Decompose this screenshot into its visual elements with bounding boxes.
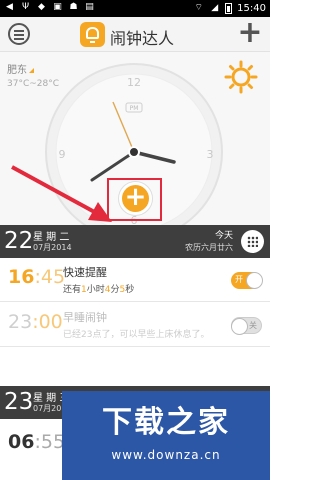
usb-icon: Ψ	[21, 2, 30, 12]
shield-icon: ◆	[38, 2, 45, 12]
alarm-remaining: 还有1小时4分5秒	[63, 285, 135, 295]
toggle-knob	[246, 272, 263, 289]
alarm-time: 16:45	[8, 266, 65, 288]
calendar-grid-icon	[247, 236, 258, 247]
watermark-url: www.downza.cn	[111, 448, 221, 462]
clock-num-9: 9	[59, 148, 66, 161]
lunar-date: 农历六月廿六	[185, 243, 233, 252]
android-icon: ☗	[69, 2, 78, 12]
alarm-row[interactable]: 23:00 早睡闹钟 已经23点了，可以早些上床休息了。 关	[0, 303, 270, 347]
back-notification-icon: ◀	[6, 2, 13, 12]
alarm-name: 快速提醒	[63, 266, 107, 279]
day-number: 22	[4, 228, 34, 254]
day-tag: 今天	[214, 231, 233, 241]
alarm-row[interactable]: 16:45 快速提醒 还有1小时4分5秒 开	[0, 258, 270, 302]
pm-label: PM	[130, 105, 139, 112]
toggle-knob	[231, 318, 248, 335]
alarm-minute: :45	[34, 266, 66, 288]
clock-num-3: 3	[207, 148, 214, 161]
image-icon: ▣	[53, 2, 62, 12]
add-alarm-circle-button[interactable]: +	[119, 182, 152, 215]
alarm-hour: 16	[8, 266, 35, 288]
watermark-title: 下载之家	[102, 405, 230, 440]
alarm-hour: 06	[8, 431, 35, 453]
battery-icon	[225, 3, 233, 14]
weekday: 星 期 二	[33, 232, 70, 243]
alarm-time: 06:55	[8, 431, 65, 453]
toggle-label: 开	[235, 275, 243, 284]
watermark-banner: 下载之家 www.downza.cn	[62, 391, 270, 480]
alarm-minute: :00	[32, 311, 63, 333]
status-left-icons: ◀ Ψ ◆ ▣ ☗ ▤	[4, 2, 95, 13]
signal-icon: ◢	[211, 3, 219, 13]
app-logo	[80, 22, 105, 47]
alarm-hour: 23	[8, 311, 33, 333]
bell-icon	[86, 27, 99, 43]
alarm-toggle[interactable]: 开	[231, 272, 263, 289]
status-bar: ◀ Ψ ◆ ▣ ☗ ▤ ⌔ ◢ 15:40	[0, 0, 270, 17]
alarm-minute: :55	[34, 431, 66, 453]
alarm-remaining: 已经23点了，可以早些上床休息了。	[63, 330, 210, 340]
alarm-toggle[interactable]: 关	[231, 317, 262, 335]
status-time: 15:40	[237, 3, 266, 14]
day-number: 23	[4, 389, 34, 415]
alarm-time: 23:00	[8, 311, 63, 333]
calendar-button[interactable]	[241, 230, 264, 253]
app-header: 闹钟达人 +	[0, 17, 270, 52]
add-alarm-button[interactable]: +	[236, 18, 264, 49]
app-screen: ◀ Ψ ◆ ▣ ☗ ▤ ⌔ ◢ 15:40 闹钟达人 + 肥东 37°C~28°…	[0, 0, 270, 480]
alarm-name: 早睡闹钟	[63, 311, 107, 324]
toggle-label: 关	[249, 321, 257, 330]
day-header-today: 22 星 期 二 07月2014 今天 农历六月廿六	[0, 225, 270, 258]
status-right-icons: ⌔ ◢ 15:40	[193, 2, 266, 15]
wifi-icon: ⌔	[194, 3, 203, 13]
menu-button[interactable]	[8, 23, 30, 45]
app-title: 闹钟达人	[110, 29, 175, 48]
clock-num-12: 12	[127, 76, 141, 89]
bag-icon: ▤	[85, 2, 94, 12]
year-month: 07月2014	[33, 243, 72, 252]
